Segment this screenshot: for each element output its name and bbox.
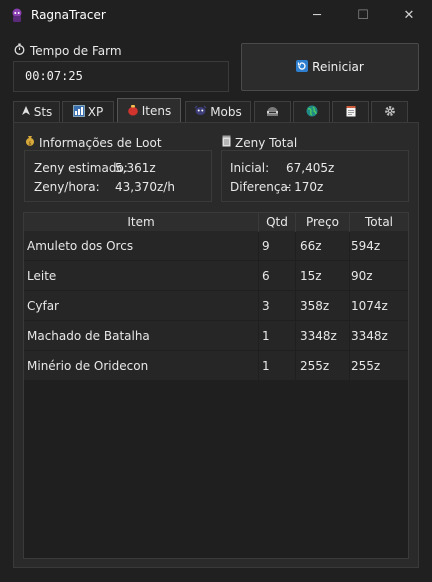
- cell-qtd: 9: [262, 239, 270, 253]
- table-row[interactable]: Machado de Batalha 1 3348z 3348z: [24, 321, 408, 351]
- farm-time-label: Tempo de Farm: [30, 43, 122, 58]
- cell-preco: 3348z: [300, 329, 337, 343]
- tab-mobs[interactable]: Mobs: [185, 101, 251, 122]
- cell-preco: 255z: [300, 359, 330, 373]
- tab-mobs-label: Mobs: [210, 105, 242, 119]
- notepad-icon: [222, 135, 231, 150]
- column-header-preco[interactable]: Preço: [296, 213, 350, 231]
- zeny-hora-label: Zeny/hora:: [34, 180, 100, 194]
- items-table[interactable]: Item Qtd Preço Total Amuleto dos Orcs 9 …: [23, 212, 409, 559]
- cell-total: 255z: [351, 359, 381, 373]
- tab-sts[interactable]: Sts: [13, 101, 60, 122]
- farm-time-header: Tempo de Farm: [14, 43, 122, 58]
- cell-total: 90z: [351, 269, 373, 283]
- helmet-icon: [266, 105, 279, 120]
- cell-preco: 66z: [300, 239, 322, 253]
- tab-xp[interactable]: XP: [62, 101, 114, 122]
- minimize-button[interactable]: ─: [294, 0, 340, 30]
- cell-item: Cyfar: [27, 299, 59, 313]
- farm-time-value: 00:07:25: [25, 69, 83, 83]
- window-title: RagnaTracer: [31, 8, 106, 22]
- refresh-icon: [296, 59, 309, 75]
- maximize-button[interactable]: ☐: [340, 0, 386, 30]
- cell-qtd: 1: [262, 329, 270, 343]
- restart-button[interactable]: Reiniciar: [241, 43, 419, 91]
- cell-qtd: 1: [262, 359, 270, 373]
- restart-label: Reiniciar: [312, 60, 364, 74]
- cell-item: Leite: [27, 269, 57, 283]
- table-row[interactable]: Minério de Oridecon 1 255z 255z: [24, 351, 408, 381]
- xp-icon: [72, 104, 85, 120]
- table-row[interactable]: Leite 6 15z 90z: [24, 261, 408, 291]
- monster-icon: [194, 105, 207, 119]
- diferenca-label: Diferença:: [230, 180, 292, 194]
- table-row[interactable]: Cyfar 3 358z 1074z: [24, 291, 408, 321]
- bag-icon: [127, 104, 139, 119]
- diferenca-value: - 170z: [286, 180, 324, 194]
- zeny-total-header: Zeny Total: [222, 135, 297, 150]
- globe-icon: [306, 105, 318, 120]
- inicial-label: Inicial:: [230, 161, 270, 175]
- chart-icon: [21, 105, 31, 119]
- cell-preco: 358z: [300, 299, 330, 313]
- tab-settings[interactable]: [371, 101, 408, 122]
- table-header: Item Qtd Preço Total: [24, 213, 408, 232]
- tab-helmet[interactable]: [254, 101, 291, 122]
- column-header-total[interactable]: Total: [350, 213, 408, 231]
- title-bar: RagnaTracer ─ ☐ ✕: [0, 0, 432, 30]
- cell-item: Minério de Oridecon: [27, 359, 149, 373]
- tab-xp-label: XP: [87, 105, 104, 119]
- cell-total: 594z: [351, 239, 381, 253]
- cell-item: Amuleto dos Orcs: [27, 239, 134, 253]
- inicial-value: 67,405z: [286, 161, 335, 175]
- gear-icon: [384, 105, 396, 120]
- zeny-total-box: [221, 150, 409, 202]
- money-bag-icon: $: [25, 135, 35, 150]
- tab-sts-label: Sts: [33, 105, 53, 119]
- tab-globe[interactable]: [293, 101, 330, 122]
- notes-icon: [345, 105, 357, 120]
- tab-itens-label: Itens: [141, 104, 172, 118]
- loot-info-title: Informações de Loot: [39, 135, 162, 150]
- cell-item: Machado de Batalha: [27, 329, 150, 343]
- cell-qtd: 3: [262, 299, 270, 313]
- app-logo-icon: [9, 7, 25, 23]
- zeny-estimado-label: Zeny estimado:: [34, 161, 128, 175]
- column-header-qtd[interactable]: Qtd: [259, 213, 296, 231]
- svg-text:$: $: [28, 141, 31, 147]
- zeny-total-title: Zeny Total: [235, 135, 298, 150]
- cell-total: 1074z: [351, 299, 388, 313]
- stopwatch-icon: [14, 43, 25, 58]
- column-header-item[interactable]: Item: [24, 213, 259, 231]
- loot-info-header: $ Informações de Loot: [25, 135, 162, 150]
- zeny-estimado-value: 5,361z: [115, 161, 156, 175]
- tab-itens[interactable]: Itens: [117, 98, 181, 123]
- table-row[interactable]: Amuleto dos Orcs 9 66z 594z: [24, 231, 408, 261]
- cell-total: 3348z: [351, 329, 388, 343]
- tab-notes[interactable]: [332, 101, 369, 122]
- loot-info-box: [24, 150, 212, 202]
- farm-timer-display: 00:07:25: [13, 61, 229, 92]
- cell-qtd: 6: [262, 269, 270, 283]
- cell-preco: 15z: [300, 269, 322, 283]
- zeny-hora-value: 43,370z/h: [115, 180, 175, 194]
- close-button[interactable]: ✕: [386, 0, 432, 30]
